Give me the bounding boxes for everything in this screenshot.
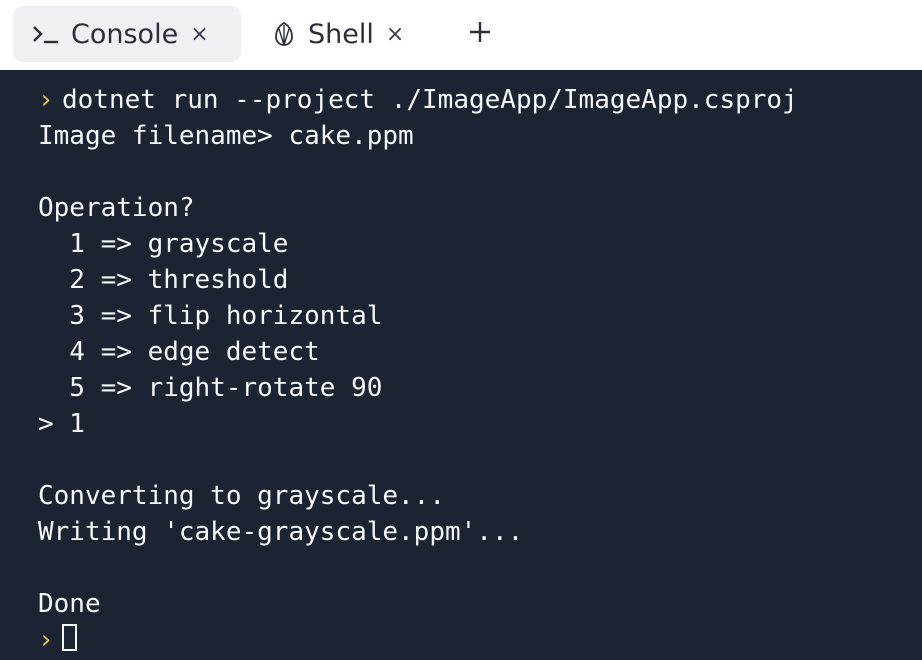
- replit-workspace: Console × Shell × › dotnet run --project…: [0, 0, 922, 660]
- shell-icon: [270, 20, 298, 48]
- prompt-arrow-icon: ›: [38, 85, 54, 115]
- tab-bar: Console × Shell ×: [0, 0, 922, 66]
- console-line: 2 => threshold: [38, 265, 289, 295]
- console-input-line[interactable]: ›: [38, 622, 922, 658]
- text-cursor: [62, 624, 77, 651]
- console-command-line: › dotnet run --project ./ImageApp/ImageAp…: [38, 82, 922, 118]
- console-line: Image filename> cake.ppm: [38, 121, 414, 151]
- console-line: Operation?: [38, 193, 195, 223]
- plus-icon: [467, 19, 493, 50]
- tab-shell[interactable]: Shell ×: [258, 6, 438, 62]
- tab-shell-label: Shell: [308, 18, 374, 50]
- console-line: > 1: [38, 409, 85, 439]
- new-tab-button[interactable]: [458, 12, 502, 56]
- tab-shell-close-icon[interactable]: ×: [386, 22, 404, 47]
- console-line: Converting to grayscale...: [38, 481, 445, 511]
- console-line: Writing 'cake-grayscale.ppm'...: [38, 517, 524, 547]
- tab-console-close-icon[interactable]: ×: [190, 22, 208, 47]
- console-output[interactable]: › dotnet run --project ./ImageApp/ImageAp…: [0, 70, 922, 660]
- console-command: dotnet run --project ./ImageApp/ImageApp…: [62, 85, 798, 115]
- console-line: 4 => edge detect: [38, 337, 320, 367]
- tab-console-label: Console: [71, 18, 179, 50]
- terminal-icon: [31, 23, 61, 45]
- console-line: Done: [38, 589, 101, 619]
- console-line: 3 => flip horizontal: [38, 301, 383, 331]
- console-line: 1 => grayscale: [38, 229, 289, 259]
- console-line: 5 => right-rotate 90: [38, 373, 383, 403]
- tab-console[interactable]: Console ×: [13, 6, 241, 62]
- prompt-arrow-icon: ›: [38, 625, 54, 655]
